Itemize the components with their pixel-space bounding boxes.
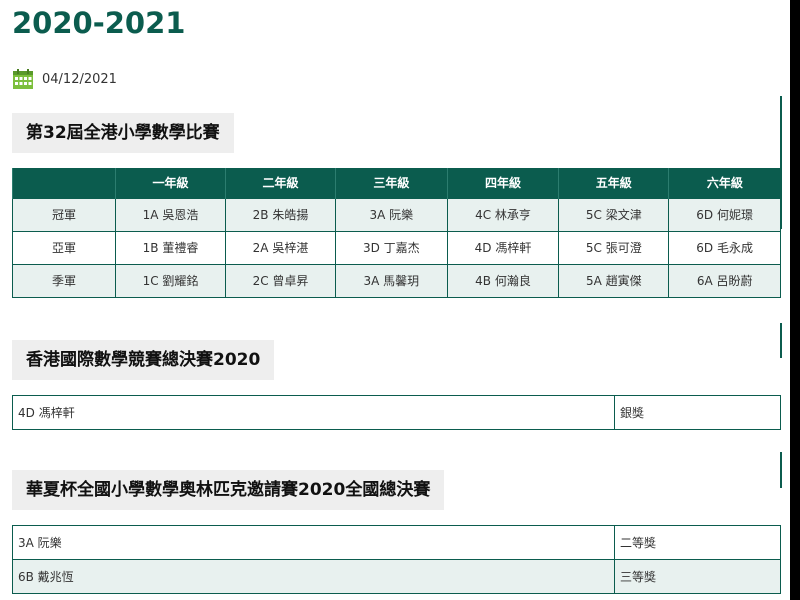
table-cell: 冠軍: [12, 197, 116, 232]
table-header-row: 一年級 二年級 三年級 四年級 五年級 六年級: [12, 168, 781, 198]
table-cell: 6D 毛永成: [668, 230, 781, 265]
table-cell: 2C 曾卓昇: [225, 263, 336, 298]
table-cell: 2A 吳梓湛: [225, 230, 336, 265]
date-row: 04/12/2021: [12, 68, 117, 90]
table-row: 季軍 1C 劉耀銘 2C 曾卓昇 3A 馬馨玥 4B 何瀚良 5A 趙寅傑 6A…: [12, 263, 781, 298]
table-row: 亞軍 1B 董禮睿 2A 吳梓湛 3D 丁嘉杰 4D 馮梓軒 5C 張可澄 6D…: [12, 230, 781, 265]
table-row: 4D 馮梓軒 銀獎: [12, 395, 781, 430]
results-table: 一年級 二年級 三年級 四年級 五年級 六年級 冠軍 1A 吳恩浩 2B 朱皓揚…: [12, 168, 781, 298]
award-table: 3A 阮樂 二等獎 6B 戴兆恆 三等獎: [12, 525, 781, 594]
student-cell: 6B 戴兆恆: [12, 559, 615, 594]
table-cell: 1A 吳恩浩: [115, 197, 226, 232]
table-row: 3A 阮樂 二等獎: [12, 525, 781, 560]
table-cell: 5C 梁文津: [558, 197, 670, 232]
page-title: 2020-2021: [12, 6, 186, 40]
post-date: 04/12/2021: [42, 71, 117, 87]
table-cell: 3A 馬馨玥: [335, 263, 448, 298]
table-cell: 1B 董禮睿: [115, 230, 226, 265]
table-cell: 季軍: [12, 263, 116, 298]
table-cell: 6A 呂盼蔚: [668, 263, 781, 298]
table-cell: 1C 劉耀銘: [115, 263, 226, 298]
calendar-icon: [13, 69, 33, 89]
table-cell: 4B 何瀚良: [446, 263, 560, 298]
award-table: 4D 馮梓軒 銀獎: [12, 395, 781, 430]
header-cell: [12, 168, 116, 198]
section-divider: [780, 452, 782, 488]
header-cell: 六年級: [668, 168, 781, 198]
table-row: 冠軍 1A 吳恩浩 2B 朱皓揚 3A 阮樂 4C 林承亨 5C 梁文津 6D …: [12, 197, 781, 232]
award-cell: 銀獎: [614, 395, 781, 430]
student-cell: 4D 馮梓軒: [12, 395, 615, 430]
section-heading-huaxia-cup: 華夏杯全國小學數學奧林匹克邀請賽2020全國總決賽: [12, 470, 445, 510]
header-cell: 五年級: [558, 168, 669, 198]
section-heading-international-math: 香港國際數學競賽總決賽2020: [12, 340, 275, 380]
table-cell: 4C 林承亨: [446, 197, 560, 232]
page: 2020-2021 04/12/2021 第32屆全港小學數學比賽 一年級 二年…: [0, 0, 790, 600]
table-cell: 4D 馮梓軒: [446, 230, 560, 265]
award-cell: 三等獎: [614, 559, 781, 594]
table-cell: 3D 丁嘉杰: [335, 230, 448, 265]
student-cell: 3A 阮樂: [12, 525, 615, 560]
table-cell: 5C 張可澄: [558, 230, 670, 265]
header-cell: 三年級: [335, 168, 448, 198]
section-divider: [780, 323, 782, 358]
table-cell: 亞軍: [12, 230, 116, 265]
award-cell: 二等獎: [614, 525, 781, 560]
table-row: 6B 戴兆恆 三等獎: [12, 559, 781, 594]
header-cell: 四年級: [446, 168, 559, 198]
section-heading-math-competition: 第32屆全港小學數學比賽: [12, 113, 234, 153]
table-cell: 3A 阮樂: [335, 197, 448, 232]
header-cell: 一年級: [115, 168, 226, 198]
header-cell: 二年級: [225, 168, 336, 198]
table-cell: 2B 朱皓揚: [225, 197, 336, 232]
table-cell: 6D 何妮璟: [668, 197, 781, 232]
table-cell: 5A 趙寅傑: [558, 263, 670, 298]
